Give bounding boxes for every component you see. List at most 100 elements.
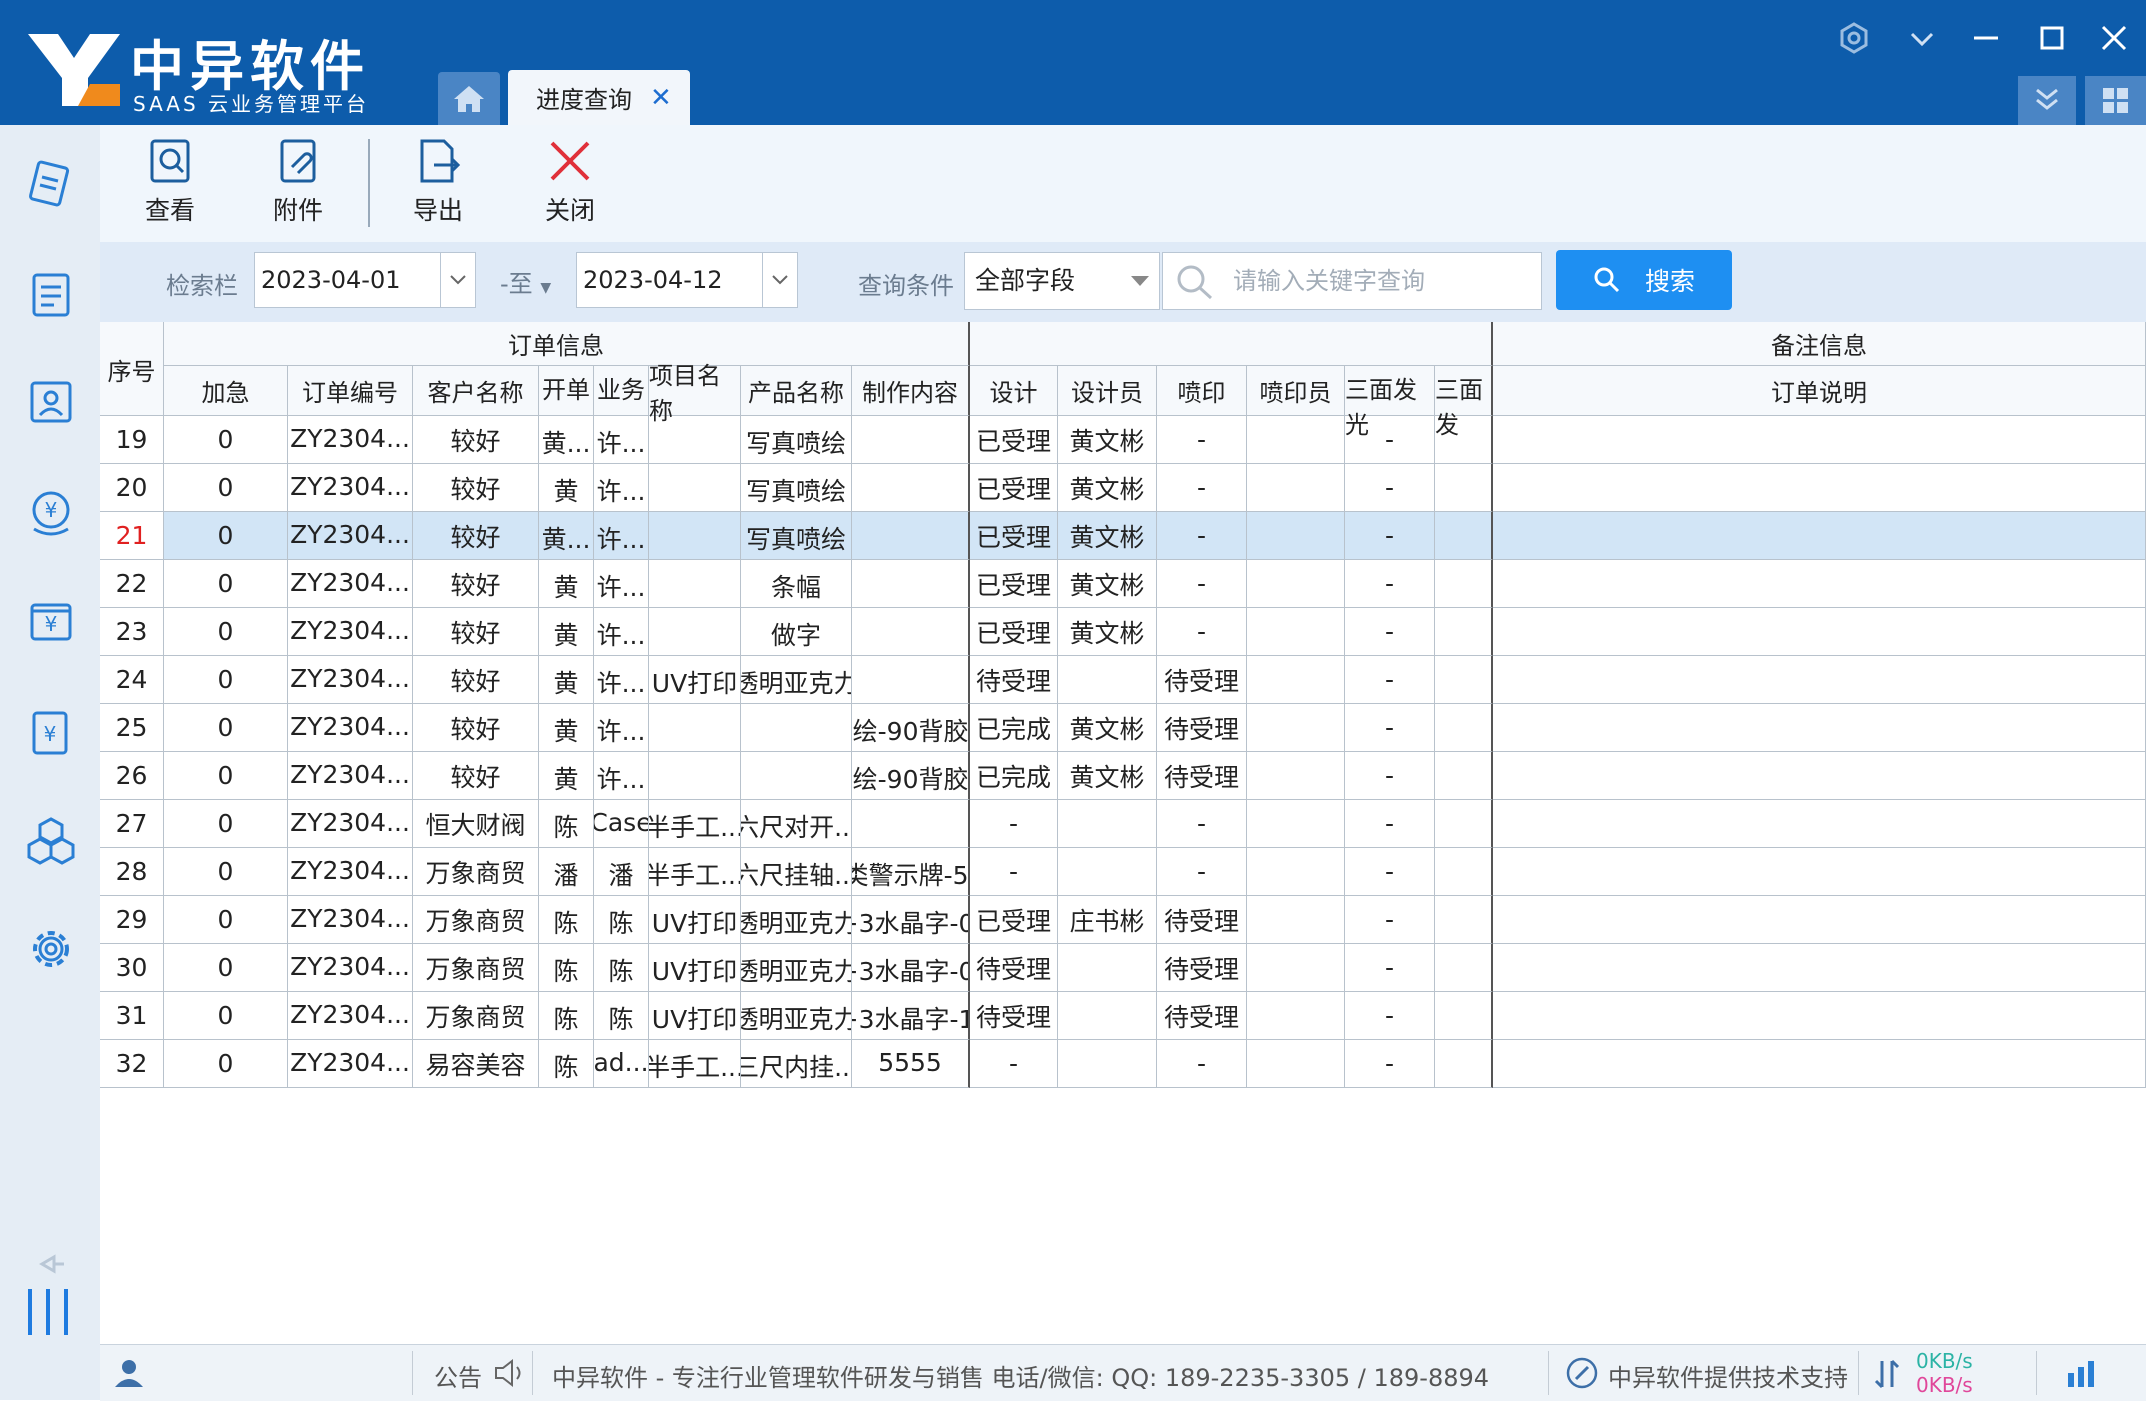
cell-seq[interactable]: 25 <box>100 704 164 752</box>
field-select[interactable]: 全部字段 <box>964 252 1160 310</box>
column-header-content[interactable]: 制作内容 <box>852 366 970 416</box>
cell-opener[interactable]: 陈 <box>539 1040 594 1088</box>
cell-remark[interactable] <box>1493 416 2146 464</box>
cell-order_no[interactable]: ZY2304... <box>288 608 413 656</box>
maximize-icon[interactable] <box>2028 14 2076 62</box>
cell-design[interactable]: - <box>970 1040 1058 1088</box>
cell-customer[interactable]: 较好 <box>413 416 539 464</box>
tab-progress-query[interactable]: 进度查询 ✕ <box>508 70 690 125</box>
cell-lum3b[interactable] <box>1435 848 1493 896</box>
cell-lum3b[interactable] <box>1435 512 1493 560</box>
column-header-product[interactable]: 产品名称 <box>741 366 852 416</box>
cell-designer[interactable]: 庄书彬 <box>1058 896 1157 944</box>
cell-order_no[interactable]: ZY2304... <box>288 416 413 464</box>
cell-design[interactable]: 待受理 <box>970 944 1058 992</box>
cell-remark[interactable] <box>1493 560 2146 608</box>
cell-seq[interactable]: 27 <box>100 800 164 848</box>
cell-design[interactable]: 已受理 <box>970 560 1058 608</box>
tab-close-icon[interactable]: ✕ <box>650 83 672 113</box>
cell-designer[interactable]: 黄文彬 <box>1058 512 1157 560</box>
cell-seq[interactable]: 23 <box>100 608 164 656</box>
cell-remark[interactable] <box>1493 944 2146 992</box>
cell-content[interactable]: 5555 <box>852 1040 970 1088</box>
cell-urgent[interactable]: 0 <box>164 1040 288 1088</box>
cell-lum3b[interactable] <box>1435 944 1493 992</box>
cell-printer[interactable] <box>1247 464 1345 512</box>
cell-seq[interactable]: 26 <box>100 752 164 800</box>
cell-customer[interactable]: 较好 <box>413 560 539 608</box>
cell-lum3b[interactable] <box>1435 992 1493 1040</box>
stats-bar-icon[interactable] <box>2064 1357 2098 1389</box>
cell-designer[interactable] <box>1058 1040 1157 1088</box>
cell-order_no[interactable]: ZY2304... <box>288 464 413 512</box>
cell-opener[interactable]: 黄... <box>539 512 594 560</box>
search-button[interactable]: 搜索 <box>1556 250 1732 310</box>
cell-project[interactable] <box>649 752 741 800</box>
sidebar-settings-gear-icon[interactable] <box>24 922 78 976</box>
cell-order_no[interactable]: ZY2304... <box>288 848 413 896</box>
close-page-button[interactable]: 关闭 <box>520 137 620 237</box>
cell-product[interactable]: 三尺内挂... <box>741 1040 852 1088</box>
minimize-icon[interactable] <box>1962 14 2010 62</box>
cell-opener[interactable]: 黄... <box>539 416 594 464</box>
cell-printer[interactable] <box>1247 512 1345 560</box>
cell-product[interactable]: 六尺对开... <box>741 800 852 848</box>
cell-content[interactable]: 8+3水晶字-0... <box>852 896 970 944</box>
cell-designer[interactable]: 黄文彬 <box>1058 704 1157 752</box>
cell-opener[interactable]: 陈 <box>539 896 594 944</box>
cell-seq[interactable]: 30 <box>100 944 164 992</box>
export-button[interactable]: 导出 <box>388 137 488 237</box>
cell-opener[interactable]: 黄 <box>539 464 594 512</box>
sidebar-customer-icon[interactable] <box>24 375 78 429</box>
cell-designer[interactable] <box>1058 656 1157 704</box>
cell-business[interactable]: Case <box>594 800 649 848</box>
column-header-printer[interactable]: 喷印员 <box>1247 366 1345 416</box>
cell-urgent[interactable]: 0 <box>164 800 288 848</box>
cell-urgent[interactable]: 0 <box>164 944 288 992</box>
pin-icon[interactable] <box>24 1237 78 1291</box>
cell-printer[interactable] <box>1247 800 1345 848</box>
cell-product[interactable] <box>741 704 852 752</box>
column-header-order_no[interactable]: 订单编号 <box>288 366 413 416</box>
cell-seq[interactable]: 32 <box>100 1040 164 1088</box>
cell-product[interactable]: 透明亚克力 <box>741 992 852 1040</box>
cell-business[interactable]: 许... <box>594 560 649 608</box>
cell-lum3b[interactable] <box>1435 464 1493 512</box>
cell-seq[interactable]: 28 <box>100 848 164 896</box>
cell-print[interactable]: - <box>1157 464 1247 512</box>
cell-project[interactable]: UV打印 <box>649 896 741 944</box>
cell-print[interactable]: - <box>1157 1040 1247 1088</box>
cell-content[interactable] <box>852 608 970 656</box>
cell-design[interactable]: 待受理 <box>970 992 1058 1040</box>
cell-remark[interactable] <box>1493 656 2146 704</box>
cell-design[interactable]: 已受理 <box>970 896 1058 944</box>
cell-customer[interactable]: 万象商贸 <box>413 992 539 1040</box>
cell-business[interactable]: 潘 <box>594 848 649 896</box>
cell-order_no[interactable]: ZY2304... <box>288 704 413 752</box>
cell-content[interactable] <box>852 560 970 608</box>
column-header-seq[interactable]: 序号 <box>100 322 164 416</box>
column-header-remark[interactable]: 订单说明 <box>1493 366 2146 416</box>
cell-designer[interactable]: 黄文彬 <box>1058 560 1157 608</box>
cell-business[interactable]: 陈 <box>594 896 649 944</box>
cell-order_no[interactable]: ZY2304... <box>288 656 413 704</box>
sidebar-inventory-icon[interactable] <box>24 813 78 867</box>
cell-content[interactable]: 喷绘-90背胶... <box>852 704 970 752</box>
cell-seq[interactable]: 24 <box>100 656 164 704</box>
cell-product[interactable]: 做字 <box>741 608 852 656</box>
cell-lum3[interactable]: - <box>1345 1040 1435 1088</box>
cell-project[interactable]: 半手工... <box>649 1040 741 1088</box>
cell-urgent[interactable]: 0 <box>164 896 288 944</box>
cell-opener[interactable]: 陈 <box>539 800 594 848</box>
cell-customer[interactable]: 万象商贸 <box>413 944 539 992</box>
cell-remark[interactable] <box>1493 1040 2146 1088</box>
user-icon[interactable] <box>112 1357 146 1389</box>
cell-lum3[interactable]: - <box>1345 608 1435 656</box>
cell-project[interactable] <box>649 416 741 464</box>
cell-urgent[interactable]: 0 <box>164 416 288 464</box>
cell-print[interactable]: - <box>1157 416 1247 464</box>
cell-print[interactable]: - <box>1157 608 1247 656</box>
cell-opener[interactable]: 陈 <box>539 992 594 1040</box>
column-header-business[interactable]: 业务 <box>594 366 649 416</box>
cell-design[interactable]: - <box>970 848 1058 896</box>
